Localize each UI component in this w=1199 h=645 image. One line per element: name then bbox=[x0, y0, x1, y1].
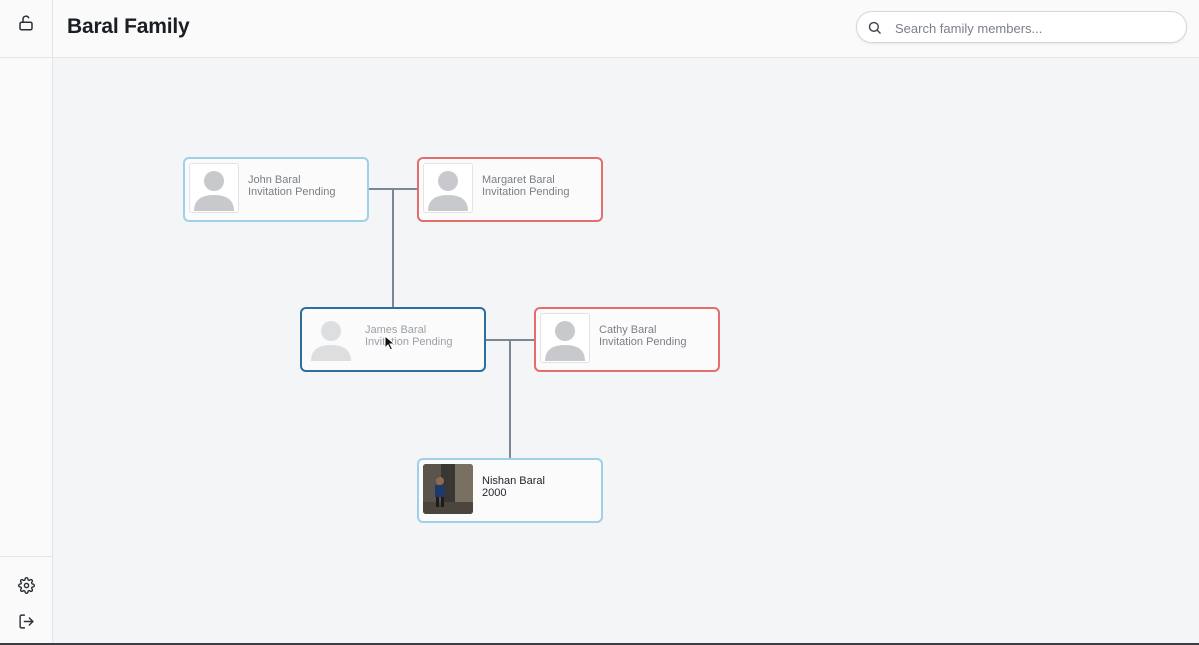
search-icon bbox=[868, 21, 881, 34]
member-status: Invitation Pending bbox=[599, 336, 687, 348]
member-photo bbox=[423, 464, 473, 514]
member-card-margaret[interactable]: Margaret Baral Invitation Pending bbox=[417, 157, 603, 222]
settings-button[interactable] bbox=[12, 571, 40, 599]
member-card-cathy[interactable]: Cathy Baral Invitation Pending bbox=[534, 307, 720, 372]
member-card-nishan[interactable]: Nishan Baral 2000 bbox=[417, 458, 603, 523]
member-status: Invitation Pending bbox=[482, 186, 570, 198]
person-placeholder-icon bbox=[545, 321, 585, 361]
search-box[interactable] bbox=[856, 11, 1187, 43]
member-name: John Baral bbox=[248, 174, 301, 186]
member-status: Invitation Pending bbox=[365, 336, 453, 348]
member-card-john[interactable]: John Baral Invitation Pending bbox=[183, 157, 369, 222]
member-name: Cathy Baral bbox=[599, 324, 657, 336]
member-card-james[interactable]: James Baral Invitation Pending bbox=[300, 307, 486, 372]
logout-button[interactable] bbox=[12, 607, 40, 635]
family-tree-canvas[interactable]: John Baral Invitation Pending Margaret B… bbox=[53, 58, 1199, 645]
sidebar-top bbox=[0, 0, 53, 58]
member-name: Nishan Baral bbox=[482, 475, 545, 487]
sidebar-bottom bbox=[0, 556, 53, 645]
gear-icon bbox=[17, 576, 35, 594]
member-name: James Baral bbox=[365, 324, 427, 336]
avatar bbox=[423, 163, 473, 213]
search-input[interactable] bbox=[893, 17, 1177, 39]
person-placeholder-icon bbox=[194, 171, 234, 211]
member-name: Margaret Baral bbox=[482, 174, 555, 186]
member-status: Invitation Pending bbox=[248, 186, 336, 198]
page-title: Baral Family bbox=[67, 15, 190, 38]
person-placeholder-icon bbox=[428, 171, 468, 211]
parent-child-connector bbox=[392, 189, 394, 307]
lock-toggle-button[interactable] bbox=[12, 9, 40, 37]
parent-child-connector bbox=[509, 340, 511, 458]
person-photo bbox=[423, 464, 473, 514]
unlock-icon bbox=[19, 15, 33, 31]
avatar bbox=[540, 313, 590, 363]
sidebar bbox=[0, 0, 53, 645]
member-birth-year: 2000 bbox=[482, 487, 507, 499]
avatar bbox=[306, 313, 356, 363]
header: Baral Family bbox=[53, 0, 1199, 58]
person-placeholder-icon bbox=[311, 321, 351, 361]
logout-icon bbox=[18, 613, 34, 629]
avatar bbox=[189, 163, 239, 213]
